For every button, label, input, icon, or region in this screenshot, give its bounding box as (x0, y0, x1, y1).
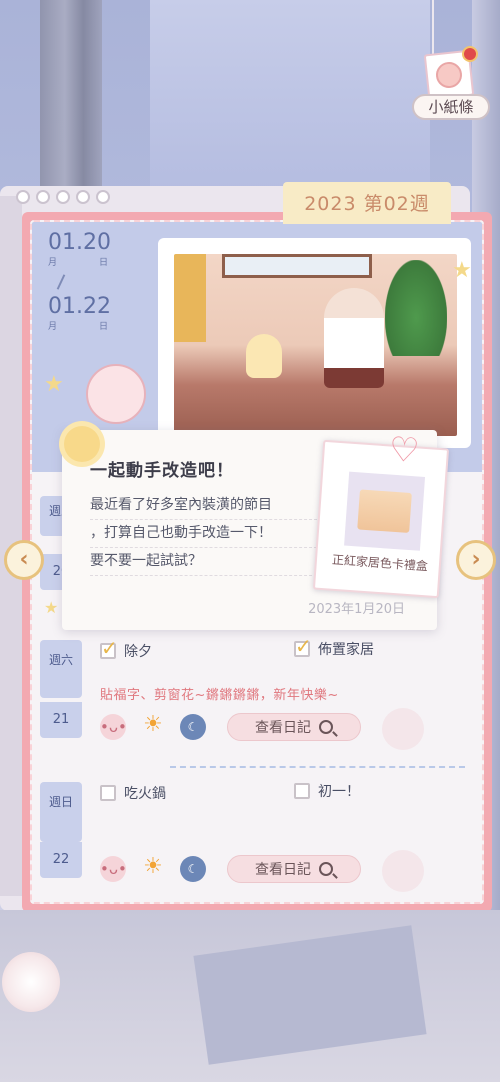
view-diary-button[interactable]: 查看日記 (227, 713, 361, 741)
prev-week-button[interactable]: ‹ (4, 540, 44, 580)
star-icon: ★ (44, 372, 64, 397)
background-wall (150, 0, 430, 200)
girl-character-illustration (324, 288, 384, 388)
weekday-label-sat: 週六 (40, 640, 82, 698)
ring-icon (96, 190, 110, 204)
month-unit: 月 (48, 322, 58, 332)
sun-weather-icon[interactable]: ☀ (140, 712, 166, 738)
day-note: 貼福字、剪窗花~鏘鏘鏘鏘，新年快樂~ (100, 688, 339, 703)
task-label: 佈置家居 (318, 642, 374, 658)
star-icon: ★ (44, 598, 59, 617)
popup-body: 最近看了好多室內裝潢的節目 ，打算自己也動手改造一下！ 要不要一起試試？ (90, 492, 322, 576)
ring-icon (16, 190, 30, 204)
day-number-sun: 22 (40, 842, 82, 878)
task-item[interactable]: 吃火鍋 (100, 783, 166, 803)
task-checkbox[interactable] (100, 785, 116, 801)
task-item[interactable]: 佈置家居 (294, 634, 374, 659)
star-icon: ★ (452, 258, 472, 283)
paw-charm-decoration (2, 952, 60, 1012)
pin-icon (464, 48, 476, 60)
notebook-rings (16, 190, 110, 204)
weekday-label-sun: 週日 (40, 782, 82, 842)
divider (170, 766, 465, 768)
gift-box-icon (357, 489, 412, 533)
photo-window (222, 254, 372, 278)
date-separator (56, 274, 66, 290)
photo-curtain (174, 254, 206, 342)
background-curtain (40, 0, 102, 190)
night-scene-icon[interactable]: ☾ (180, 714, 206, 740)
month-unit: 月 (48, 258, 58, 268)
date-start-units: 月 日 (48, 255, 108, 268)
gift-image (344, 471, 426, 551)
task-checkbox[interactable] (294, 634, 312, 658)
empty-slot (382, 850, 424, 892)
day-unit: 日 (98, 322, 108, 332)
task-label: 吃火鍋 (124, 786, 166, 802)
empty-slot (382, 708, 424, 750)
view-diary-button[interactable]: 查看日記 (227, 855, 361, 883)
task-label: 初一！ (318, 784, 360, 800)
note-widget-button[interactable]: 小紙條 (412, 48, 490, 122)
day-number-sat: 21 (40, 702, 82, 738)
task-item[interactable]: 除夕 (100, 636, 152, 661)
popup-body-line: 要不要一起試試？ (90, 548, 322, 576)
gift-card[interactable]: ♡ 正紅家居色卡禮盒 (312, 429, 450, 599)
week-photo-illustration (174, 254, 457, 436)
popup-date: 2023年1月20日 (308, 602, 405, 617)
task-label: 除夕 (124, 644, 152, 660)
mood-face-icon[interactable]: •ᴗ• (100, 714, 127, 740)
ring-icon (76, 190, 90, 204)
note-widget-label: 小紙條 (412, 94, 490, 120)
night-scene-icon[interactable]: ☾ (180, 856, 206, 882)
task-checkbox[interactable] (294, 783, 310, 799)
day-unit: 日 (98, 258, 108, 268)
gift-name: 正紅家居色卡禮盒 (331, 552, 429, 574)
week-tab: 2023 第02週 (283, 182, 451, 224)
date-end-units: 月 日 (48, 319, 108, 332)
next-week-button[interactable]: › (456, 540, 496, 580)
avatar (434, 60, 464, 90)
mood-face-icon[interactable]: •ᴗ• (100, 856, 127, 882)
week-photo-frame (158, 238, 471, 448)
popup-body-line: ，打算自己也動手改造一下！ (90, 520, 322, 548)
popup-title: 一起動手改造吧！ (90, 461, 234, 481)
heart-icon: ♡ (387, 429, 421, 472)
task-checkbox[interactable] (100, 636, 118, 660)
sun-weather-icon[interactable]: ☀ (140, 854, 166, 880)
task-item[interactable]: 初一！ (294, 781, 360, 801)
character-sticker-face (86, 364, 146, 424)
date-start: 01.20 (48, 230, 111, 255)
view-diary-label: 查看日記 (255, 720, 311, 736)
view-diary-label: 查看日記 (255, 862, 311, 878)
date-end: 01.22 (48, 294, 111, 319)
ring-icon (36, 190, 50, 204)
popup-body-line: 最近看了好多室內裝潢的節目 (90, 492, 322, 520)
magnifier-icon (319, 720, 333, 734)
christmas-tree-illustration (385, 260, 447, 356)
magnifier-icon (319, 862, 333, 876)
event-popup[interactable]: 一起動手改造吧！ 最近看了好多室內裝潢的節目 ，打算自己也動手改造一下！ 要不要… (62, 426, 450, 630)
ring-icon (56, 190, 70, 204)
cat-character-illustration (246, 334, 282, 378)
date-range: 01.20 月 日 01.22 月 日 (48, 230, 118, 332)
